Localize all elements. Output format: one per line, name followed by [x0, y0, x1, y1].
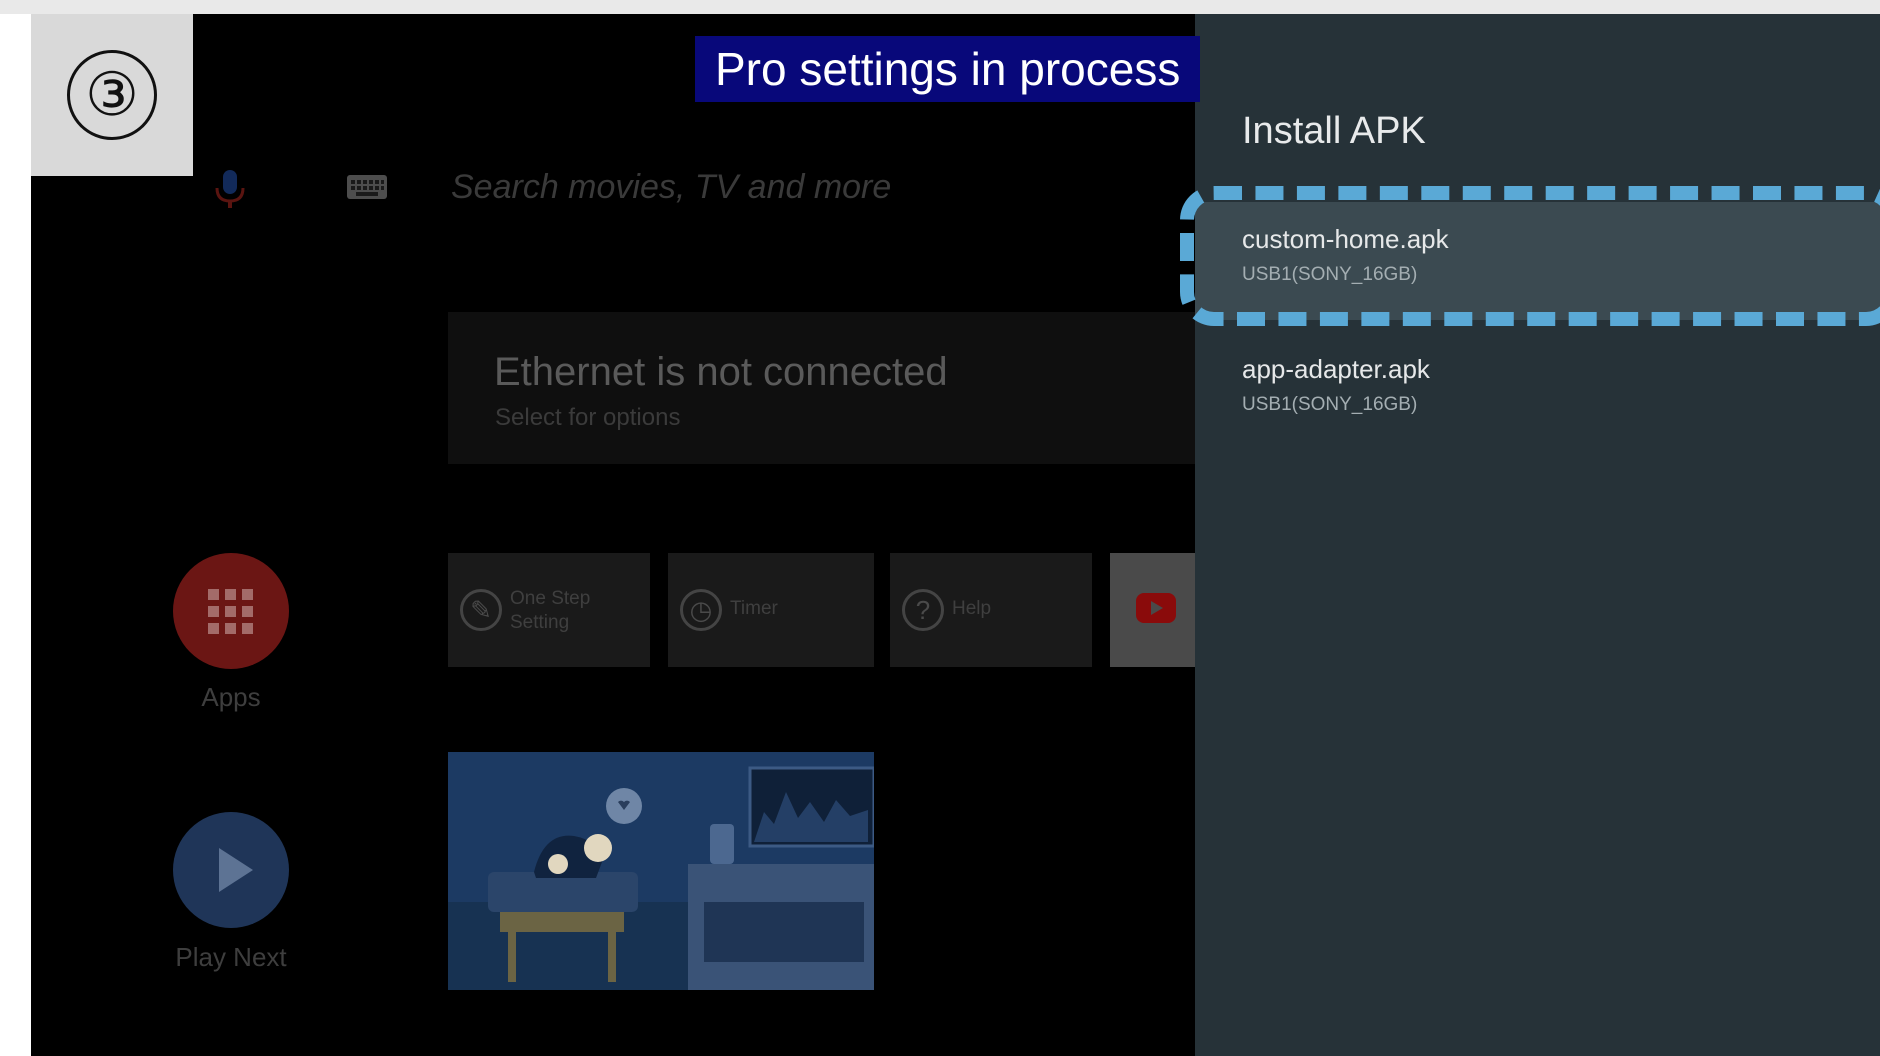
microphone-icon[interactable]	[212, 168, 248, 210]
illustration-image	[448, 752, 874, 990]
top-strip	[0, 0, 1880, 14]
step-number: ③	[67, 50, 157, 140]
panel-title: Install APK	[1242, 110, 1426, 152]
play-icon	[219, 848, 253, 892]
install-apk-panel	[1195, 14, 1880, 1056]
play-next-button[interactable]	[173, 812, 289, 928]
tile-one-step-setting[interactable]: ✎ One Step Setting	[448, 553, 650, 667]
apps-button[interactable]	[173, 553, 289, 669]
apk-file-source: USB1(SONY_16GB)	[1242, 394, 1418, 415]
grid-icon	[208, 589, 253, 634]
apk-list-item-app-adapter[interactable]: app-adapter.apk USB1(SONY_16GB)	[1195, 332, 1880, 450]
help-icon: ?	[902, 589, 944, 631]
apk-file-name: custom-home.apk	[1242, 224, 1449, 254]
apk-file-source: USB1(SONY_16GB)	[1242, 264, 1418, 285]
tile-label: Timer	[730, 598, 778, 619]
apk-list-item-custom-home[interactable]: custom-home.apk USB1(SONY_16GB)	[1195, 202, 1880, 320]
tile-label: Help	[952, 598, 992, 619]
network-status-subtitle: Select for options	[495, 404, 681, 431]
search-input[interactable]: Search movies, TV and more	[451, 168, 891, 207]
status-banner: Pro settings in process	[695, 36, 1201, 102]
step-indicator: ③	[31, 14, 193, 176]
clock-icon: ◷	[680, 589, 722, 631]
play-next-label: Play Next	[175, 942, 287, 972]
apk-file-name: app-adapter.apk	[1242, 354, 1430, 384]
apps-label: Apps	[201, 682, 261, 712]
tile-timer[interactable]: ◷ Timer	[668, 553, 874, 667]
keyboard-icon[interactable]	[346, 172, 388, 202]
network-status-title: Ethernet is not connected	[494, 350, 948, 394]
youtube-icon	[1136, 593, 1176, 623]
tile-help[interactable]: ? Help	[890, 553, 1092, 667]
wrench-icon: ✎	[460, 589, 502, 631]
tile-label: One Step Setting	[510, 588, 591, 633]
play-next-thumbnail[interactable]	[448, 752, 874, 990]
